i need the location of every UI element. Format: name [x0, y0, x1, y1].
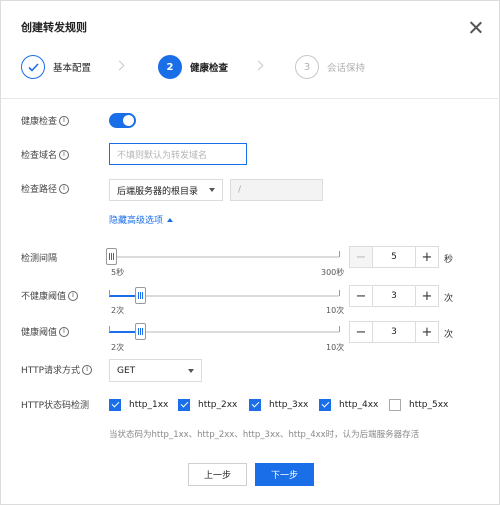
next-step-button[interactable]: 下一步	[255, 463, 314, 486]
check-path-input: /	[230, 179, 323, 201]
step-label: 健康检查	[190, 63, 229, 74]
health-check-toggle[interactable]	[109, 113, 136, 128]
healthy-threshold-value[interactable]: 3	[372, 322, 416, 342]
checkbox-box[interactable]	[249, 399, 261, 411]
interval-slider-thumb[interactable]	[106, 248, 117, 265]
slider-fill	[109, 295, 138, 297]
checkbox-box[interactable]	[109, 399, 121, 411]
check-icon	[21, 55, 45, 79]
checkbox-http-4xx[interactable]: http_4xx	[319, 399, 378, 411]
chevron-right-icon	[253, 60, 264, 71]
interval-unit: 秒	[444, 255, 454, 265]
info-icon[interactable]: i	[68, 290, 79, 301]
http-status-hint: 当状态码为http_1xx、http_2xx、http_3xx、http_4xx…	[109, 430, 420, 440]
healthy-threshold-label: 健康阈值 i	[21, 325, 70, 338]
create-forwarding-rule-dialog: 创建转发规则 基本配置 2 健康检查 3 会话保持 健康检查 i 检查域名 i 不填…	[0, 0, 500, 505]
increment-button[interactable]: +	[416, 286, 438, 306]
hide-advanced-options-link[interactable]: 隐藏高级选项	[109, 213, 174, 226]
unhealthy-threshold-unit: 次	[444, 294, 454, 304]
toggle-knob	[123, 115, 134, 126]
step-label: 会话保持	[327, 63, 366, 74]
slider-tick	[339, 251, 340, 257]
slider-max-label: 300秒	[321, 268, 345, 277]
http-method-label: HTTP请求方式 i	[21, 363, 93, 376]
slider-tick	[109, 326, 110, 332]
slider-min-label: 5秒	[111, 268, 125, 277]
checkbox-http-5xx[interactable]: http_5xx	[389, 399, 448, 411]
checkbox-box[interactable]	[389, 399, 401, 411]
caret-up-icon	[167, 217, 174, 222]
interval-value[interactable]: 5	[372, 247, 416, 267]
checkbox-box[interactable]	[319, 399, 331, 411]
healthy-threshold-unit: 次	[444, 330, 454, 340]
close-icon[interactable]	[467, 19, 485, 37]
step-number: 2	[158, 55, 182, 79]
slider-tick	[339, 326, 340, 332]
interval-stepper: − 5 +	[349, 246, 439, 268]
slider-max-label: 10次	[326, 306, 345, 315]
healthy-threshold-slider-thumb[interactable]	[134, 323, 146, 340]
increment-button[interactable]: +	[416, 247, 438, 267]
http-status-label: HTTP状态码检测	[21, 401, 90, 411]
step-label: 基本配置	[53, 63, 92, 74]
info-icon[interactable]: i	[59, 115, 70, 126]
step-basic-config: 基本配置	[21, 55, 91, 79]
step-health-check: 2 健康检查	[158, 55, 228, 79]
slider-tick	[339, 290, 340, 296]
unhealthy-threshold-value[interactable]: 3	[372, 286, 416, 306]
checkbox-http-3xx[interactable]: http_3xx	[249, 399, 308, 411]
healthy-threshold-stepper: − 3 +	[349, 321, 439, 343]
header-divider	[1, 98, 500, 99]
checkbox-http-1xx[interactable]: http_1xx	[109, 399, 168, 411]
interval-slider-track[interactable]	[109, 256, 339, 258]
slider-max-label: 10次	[326, 343, 345, 352]
increment-button[interactable]: +	[416, 322, 438, 342]
previous-step-button[interactable]: 上一步	[188, 463, 247, 486]
interval-label: 检测间隔	[21, 254, 58, 264]
unhealthy-threshold-slider-thumb[interactable]	[134, 287, 146, 304]
chevron-right-icon	[114, 60, 125, 71]
dialog-title: 创建转发规则	[21, 21, 87, 34]
decrement-button[interactable]: −	[350, 322, 372, 342]
check-domain-input[interactable]: 不填则默认为转发域名	[109, 143, 247, 165]
checkbox-http-2xx[interactable]: http_2xx	[178, 399, 237, 411]
check-path-label: 检查路径 i	[21, 182, 70, 195]
slider-fill	[109, 331, 138, 333]
unhealthy-threshold-stepper: − 3 +	[349, 285, 439, 307]
slider-tick	[109, 290, 110, 296]
info-icon[interactable]: i	[59, 326, 70, 337]
check-domain-label: 检查域名 i	[21, 148, 70, 161]
decrement-button[interactable]: −	[350, 247, 372, 267]
info-icon[interactable]: i	[59, 149, 70, 160]
health-check-label: 健康检查 i	[21, 114, 70, 127]
checkbox-box[interactable]	[178, 399, 190, 411]
caret-down-icon	[209, 188, 215, 192]
slider-min-label: 2次	[111, 306, 125, 315]
caret-down-icon	[188, 368, 194, 373]
slider-min-label: 2次	[111, 343, 125, 352]
step-number: 3	[295, 55, 319, 79]
check-path-select[interactable]: 后端服务器的根目录	[109, 179, 223, 201]
step-session-persistence: 3 会话保持	[295, 55, 365, 79]
unhealthy-threshold-label: 不健康阈值 i	[21, 289, 79, 302]
info-icon[interactable]: i	[82, 364, 93, 375]
http-method-select[interactable]: GET	[109, 359, 202, 382]
info-icon[interactable]: i	[59, 183, 70, 194]
decrement-button[interactable]: −	[350, 286, 372, 306]
